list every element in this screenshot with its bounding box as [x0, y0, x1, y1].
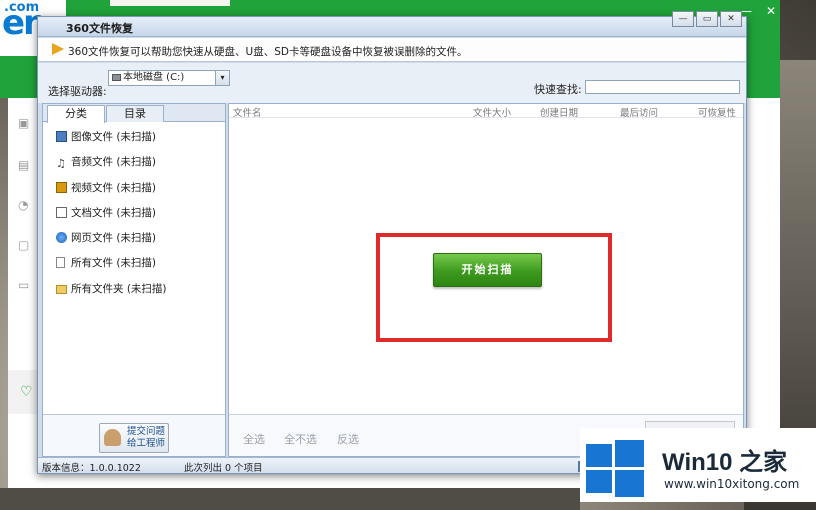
circle-icon[interactable]: ◔: [18, 198, 32, 212]
highlight-box: [376, 233, 612, 342]
cube-icon[interactable]: ▢: [18, 238, 32, 252]
column-created[interactable]: 创建日期: [540, 105, 578, 119]
grid-icon[interactable]: ▤: [18, 158, 32, 172]
select-none-link[interactable]: 全不选: [284, 431, 317, 447]
file-list-panel: 文件名 文件大小 创建日期 最后访问 可恢复性 开始扫描 全选 全不选 反选: [228, 103, 744, 457]
category-item-video[interactable]: 视频文件 (未扫描): [43, 177, 225, 202]
drive-select[interactable]: 本地磁盘 (C:) ▾: [108, 70, 230, 86]
category-panel-footer: 提交问题 给工程师: [43, 414, 225, 456]
close-button[interactable]: ✕: [720, 11, 742, 27]
image-icon: [56, 131, 67, 142]
category-label: 网页文件 (未扫描): [71, 232, 157, 245]
tab-directory[interactable]: 目录: [106, 105, 164, 122]
web-icon: [56, 232, 67, 244]
video-icon: [56, 181, 67, 193]
watermark: Win10 之家 www.win10xitong.com: [580, 428, 816, 502]
category-item-audio[interactable]: ♫ 音频文件 (未扫描): [43, 151, 225, 176]
drive-label: 选择驱动器:: [48, 85, 107, 98]
feedback-button[interactable]: 提交问题 给工程师: [99, 423, 169, 453]
item-count: 此次列出 0 个项目: [184, 463, 263, 474]
chat-icon[interactable]: ▭: [18, 278, 32, 292]
category-label: 所有文件 (未扫描): [71, 257, 157, 270]
background-tab-strip: [110, 0, 230, 6]
taskbar-strip: [0, 488, 580, 510]
tab-category[interactable]: 分类: [47, 105, 105, 123]
drive-value: 本地磁盘 (C:): [123, 72, 185, 83]
column-header: 文件名 文件大小 创建日期 最后访问 可恢复性: [229, 104, 743, 119]
category-label: 所有文件夹 (未扫描): [71, 282, 167, 295]
column-recoverability[interactable]: 可恢复性: [698, 105, 736, 119]
file-icon: [56, 257, 65, 269]
column-size[interactable]: 文件大小: [473, 105, 511, 119]
folder-icon: [56, 284, 67, 294]
file-recovery-dialog: 360文件恢复 — ▭ ✕ 360文件恢复可以帮助您快速从硬盘、U盘、SD卡等硬…: [37, 11, 747, 474]
category-label: 文档文件 (未扫描): [71, 206, 157, 219]
heart-icon[interactable]: ♡: [20, 384, 33, 400]
category-panel: 分类 目录 图像文件 (未扫描) ♫ 音频文件 (未扫描) 视频文件 (未扫描)…: [42, 103, 226, 457]
dialog-titlebar[interactable]: 360文件恢复 — ▭ ✕: [38, 11, 746, 37]
version-info: 版本信息：1.0.0.1022: [42, 463, 141, 474]
category-item-documents[interactable]: 文档文件 (未扫描): [43, 202, 225, 227]
minimize-button[interactable]: —: [672, 11, 694, 27]
category-label: 图像文件 (未扫描): [71, 131, 157, 143]
category-item-images[interactable]: 图像文件 (未扫描): [43, 126, 225, 151]
select-all-link[interactable]: 全选: [243, 431, 265, 447]
search-input[interactable]: [585, 80, 740, 94]
background-side-rail: ▣ ▤ ◔ ▢ ▭: [8, 98, 40, 408]
description-bar: 360文件恢复可以帮助您快速从硬盘、U盘、SD卡等硬盘设备中恢复被误删除的文件。: [38, 38, 746, 62]
category-label: 视频文件 (未扫描): [71, 181, 157, 194]
column-filename[interactable]: 文件名: [233, 105, 262, 119]
category-item-web[interactable]: 网页文件 (未扫描): [43, 227, 225, 252]
category-list: 图像文件 (未扫描) ♫ 音频文件 (未扫描) 视频文件 (未扫描) 文档文件 …: [43, 126, 225, 303]
invert-selection-link[interactable]: 反选: [337, 431, 359, 447]
close-icon[interactable]: ✕: [766, 4, 776, 18]
disk-icon: [112, 74, 121, 81]
music-icon: ♫: [56, 157, 66, 171]
watermark-title: Win10 之家: [662, 449, 788, 476]
document-icon: [56, 206, 67, 218]
description-text: 360文件恢复可以帮助您快速从硬盘、U盘、SD卡等硬盘设备中恢复被误删除的文件。: [68, 46, 468, 58]
feedback-label: 提交问题 给工程师: [126, 426, 165, 449]
category-item-all-files[interactable]: 所有文件 (未扫描): [43, 252, 225, 277]
dialog-window-controls: — ▭ ✕: [672, 11, 742, 27]
windows-logo-icon: [586, 440, 644, 498]
category-item-all-folders[interactable]: 所有文件夹 (未扫描): [43, 278, 225, 303]
watermark-url: www.win10xitong.com: [664, 477, 800, 491]
engineer-icon: [104, 429, 121, 446]
arrow-icon: [52, 43, 64, 55]
column-accessed[interactable]: 最后访问: [620, 105, 658, 119]
briefcase-icon[interactable]: ▣: [18, 116, 32, 130]
search-label: 快速查找:: [534, 83, 582, 96]
drive-selection-row: 选择驱动器: 本地磁盘 (C:) ▾ 快速查找:: [38, 63, 746, 103]
maximize-button[interactable]: ▭: [696, 11, 718, 27]
category-tabs: 分类 目录: [43, 104, 225, 123]
category-label: 音频文件 (未扫描): [71, 156, 157, 169]
dialog-title: 360文件恢复: [66, 22, 133, 35]
chevron-down-icon[interactable]: ▾: [215, 71, 229, 85]
start-scan-button[interactable]: 开始扫描: [433, 253, 542, 287]
